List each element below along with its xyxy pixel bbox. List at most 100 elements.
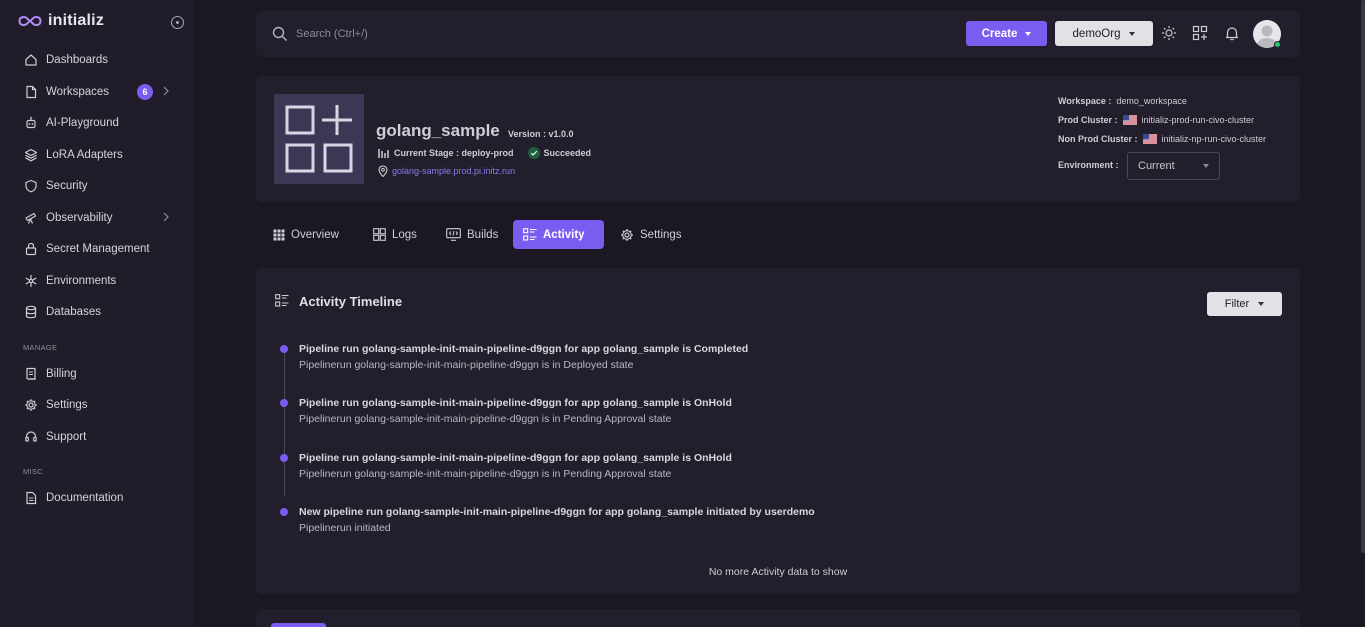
tab-label: Settings bbox=[640, 228, 682, 241]
shield-icon bbox=[25, 179, 37, 193]
tab-builds[interactable]: Builds bbox=[436, 220, 508, 249]
sidebar-collapse-icon[interactable] bbox=[171, 16, 184, 29]
activity-card: Activity Timeline Filter Pipeline run go… bbox=[256, 268, 1300, 594]
top-bar: Create demoOrg bbox=[256, 11, 1300, 57]
sidebar-item-label: Support bbox=[46, 431, 87, 443]
grid-icon bbox=[373, 228, 386, 241]
workspace-value: demo_workspace bbox=[1116, 96, 1187, 106]
snowflake-icon bbox=[25, 275, 37, 287]
prod-cluster-value: initializ-prod-run-civo-cluster bbox=[1141, 115, 1255, 125]
next-section-card bbox=[256, 609, 1300, 627]
sun-icon[interactable] bbox=[1161, 25, 1177, 41]
brand-logo[interactable]: initializ bbox=[18, 12, 104, 30]
sidebar-item-settings[interactable]: Settings bbox=[24, 395, 174, 415]
no-more-activity-text: No more Activity data to show bbox=[708, 566, 848, 578]
app-url-link[interactable]: golang-sample.prod.pi.initz.run bbox=[392, 166, 515, 176]
us-flag-icon bbox=[1122, 115, 1137, 125]
timeline-dot bbox=[280, 345, 288, 353]
sidebar-item-label: Billing bbox=[46, 368, 77, 380]
sidebar-item-label: LoRA Adapters bbox=[46, 149, 123, 161]
sidebar-item-label: Dashboards bbox=[46, 54, 109, 66]
sidebar-item-documentation[interactable]: Documentation bbox=[24, 488, 174, 508]
receipt-icon bbox=[26, 367, 36, 381]
status-badge: Succeeded bbox=[527, 147, 591, 159]
sidebar-item-label: Observability bbox=[46, 212, 113, 224]
sidebar-item-ai-playground[interactable]: AI-Playground bbox=[24, 113, 174, 133]
timeline-item-subtitle: Pipelinerun initiated bbox=[299, 522, 391, 534]
timeline-line bbox=[283, 350, 285, 496]
sidebar-item-lora-adapters[interactable]: LoRA Adapters bbox=[24, 145, 174, 165]
sidebar-item-security[interactable]: Security bbox=[24, 176, 174, 196]
sidebar-item-label: Databases bbox=[46, 306, 101, 318]
check-circle-icon bbox=[527, 147, 540, 159]
tab-logs[interactable]: Logs bbox=[363, 220, 427, 249]
location-pin-icon bbox=[378, 165, 388, 177]
sidebar-item-environments[interactable]: Environments bbox=[24, 271, 174, 291]
prod-cluster-info: Prod Cluster : initializ-prod-run-civo-c… bbox=[1058, 115, 1254, 125]
caret-down-icon bbox=[1203, 164, 1209, 168]
current-stage: Current Stage : deploy-prod bbox=[394, 148, 514, 158]
bell-icon[interactable] bbox=[1224, 25, 1240, 41]
activity-list-icon bbox=[275, 294, 289, 307]
environment-select[interactable]: Current bbox=[1127, 152, 1220, 180]
caret-down-icon bbox=[1129, 31, 1136, 36]
create-button[interactable]: Create bbox=[966, 21, 1047, 46]
section-label-misc: MISC bbox=[23, 467, 43, 476]
sidebar-item-dashboards[interactable]: Dashboards bbox=[24, 50, 174, 70]
tab-overview[interactable]: Overview bbox=[263, 220, 349, 249]
org-selector[interactable]: demoOrg bbox=[1055, 21, 1153, 46]
tab-label: Builds bbox=[467, 228, 499, 241]
code-window-icon bbox=[446, 228, 461, 241]
nonprod-cluster-label: Non Prod Cluster : bbox=[1058, 134, 1138, 144]
tab-activity[interactable]: Activity bbox=[513, 220, 604, 249]
caret-down-icon bbox=[1258, 302, 1265, 306]
app-grid-plus-icon bbox=[285, 105, 353, 173]
nonprod-cluster-info: Non Prod Cluster : initializ-np-run-civo… bbox=[1058, 134, 1266, 144]
search-input[interactable] bbox=[296, 24, 596, 44]
timeline-dot bbox=[280, 454, 288, 462]
next-section-button[interactable] bbox=[271, 623, 326, 627]
grid-dots-icon bbox=[273, 229, 285, 240]
workspaces-count-badge: 6 bbox=[137, 84, 153, 100]
database-icon bbox=[25, 305, 37, 319]
stage-bars-icon bbox=[378, 148, 389, 158]
us-flag-icon bbox=[1142, 134, 1157, 144]
sidebar-item-observability[interactable]: Observability bbox=[24, 208, 174, 228]
online-status-dot bbox=[1274, 41, 1281, 48]
chevron-right-icon[interactable] bbox=[162, 212, 170, 222]
activity-title: Activity Timeline bbox=[299, 294, 403, 309]
timeline-item-title: New pipeline run golang-sample-init-main… bbox=[299, 506, 815, 518]
create-button-label: Create bbox=[981, 27, 1018, 40]
tab-label: Activity bbox=[543, 228, 585, 241]
stage-row: Current Stage : deploy-prod Succeeded bbox=[378, 147, 591, 159]
app-header-card: golang_sample Version : v1.0.0 Current S… bbox=[256, 76, 1300, 202]
sidebar-item-label: Settings bbox=[46, 399, 88, 411]
org-selector-label: demoOrg bbox=[1072, 27, 1121, 40]
app-name: golang_sample bbox=[376, 121, 500, 140]
sidebar-item-billing[interactable]: Billing bbox=[24, 364, 174, 384]
lock-icon bbox=[25, 242, 37, 256]
prod-cluster-label: Prod Cluster : bbox=[1058, 115, 1118, 125]
tab-label: Logs bbox=[392, 228, 417, 241]
environment-selected-value: Current bbox=[1138, 160, 1175, 172]
robot-icon bbox=[26, 116, 36, 129]
telescope-icon bbox=[25, 212, 37, 224]
sidebar-item-workspaces[interactable]: Workspaces 6 bbox=[24, 82, 174, 102]
sidebar-item-support[interactable]: Support bbox=[24, 427, 174, 447]
page-scrollbar[interactable] bbox=[1361, 0, 1365, 553]
sidebar-item-databases[interactable]: Databases bbox=[24, 302, 174, 322]
chevron-right-icon[interactable] bbox=[162, 86, 170, 96]
filter-button[interactable]: Filter bbox=[1207, 292, 1282, 316]
sidebar-item-label: Workspaces bbox=[46, 86, 110, 98]
infinity-logo-icon bbox=[18, 15, 42, 27]
sidebar-item-secret-management[interactable]: Secret Management bbox=[24, 239, 174, 259]
caret-down-icon bbox=[1025, 31, 1032, 36]
app-url-row: golang-sample.prod.pi.initz.run bbox=[378, 165, 515, 177]
tab-settings[interactable]: Settings bbox=[610, 220, 692, 249]
timeline-item-subtitle: Pipelinerun golang-sample-init-main-pipe… bbox=[299, 468, 672, 480]
document-icon bbox=[26, 491, 37, 505]
search-icon bbox=[272, 26, 287, 41]
timeline-item-title: Pipeline run golang-sample-init-main-pip… bbox=[299, 452, 732, 464]
app-logo bbox=[274, 94, 364, 184]
add-apps-icon[interactable] bbox=[1192, 25, 1208, 41]
